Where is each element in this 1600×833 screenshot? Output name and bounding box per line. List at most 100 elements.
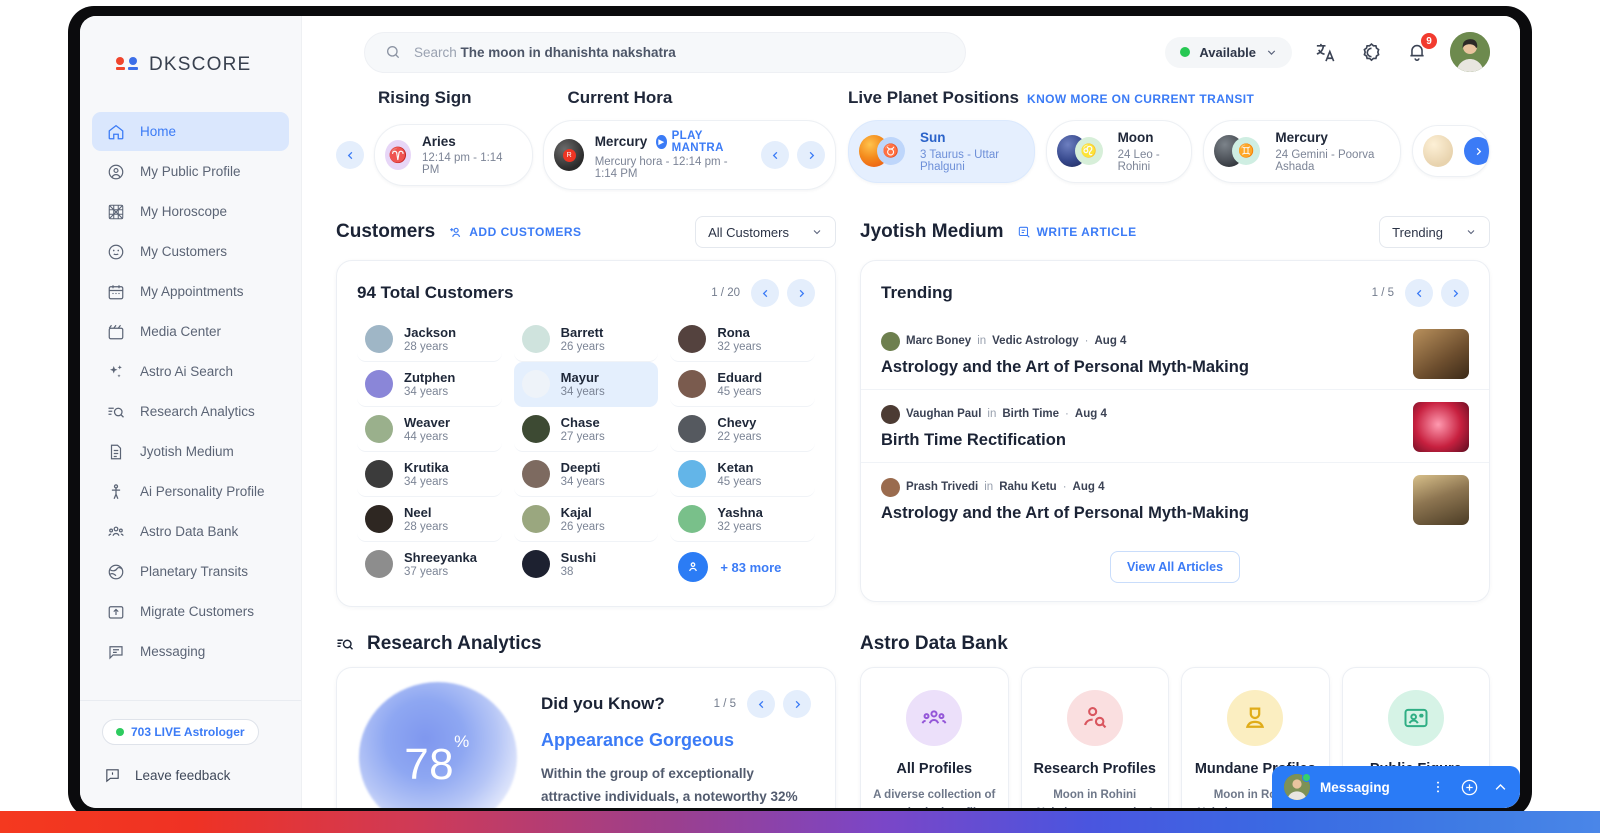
sidebar-item-astro-ai-search[interactable]: Astro Ai Search bbox=[92, 352, 289, 391]
trending-card-head: Trending 1 / 5 bbox=[861, 261, 1489, 317]
did-you-know-body: Did you Know? 1 / 5 Appearance Gorgeous bbox=[537, 668, 835, 808]
customers-prev-button[interactable] bbox=[751, 279, 779, 307]
sidebar-item-jyotish-medium[interactable]: Jyotish Medium bbox=[92, 432, 289, 471]
planet-card-next-partial[interactable] bbox=[1412, 125, 1490, 178]
list-item[interactable]: Barrett 26 years bbox=[513, 317, 659, 362]
list-item[interactable]: Chase 27 years bbox=[513, 407, 659, 452]
theme-toggle-button[interactable] bbox=[1358, 39, 1384, 65]
list-item[interactable]: Krutika 34 years bbox=[357, 452, 502, 497]
jyotish-filter-select[interactable]: Trending bbox=[1379, 216, 1490, 248]
notifications-button[interactable]: 9 bbox=[1404, 33, 1437, 65]
play-mantra-button[interactable]: ▶ PLAY MANTRA bbox=[656, 130, 736, 154]
aries-glyph-icon: ♈ bbox=[385, 140, 412, 170]
messaging-expand-button[interactable] bbox=[1493, 780, 1508, 795]
availability-dropdown[interactable]: Available bbox=[1165, 36, 1292, 68]
sidebar-item-migrate-customers[interactable]: Migrate Customers bbox=[92, 592, 289, 631]
user-avatar[interactable] bbox=[1450, 32, 1490, 72]
avatar bbox=[521, 460, 550, 488]
more-customers-button[interactable]: + 83 more bbox=[670, 542, 815, 592]
list-item[interactable]: Deepti 34 years bbox=[513, 452, 659, 497]
research-next-button[interactable] bbox=[783, 690, 811, 718]
list-item-selected[interactable]: Mayur 34 years bbox=[513, 362, 659, 407]
planet-card-sun[interactable]: ♉ Sun 3 Taurus - Uttar Phalguni bbox=[848, 120, 1035, 183]
sidebar-item-media-center[interactable]: Media Center bbox=[92, 312, 289, 351]
sidebar-item-planetary-transits[interactable]: Planetary Transits bbox=[92, 552, 289, 591]
leave-feedback-button[interactable]: Leave feedback bbox=[102, 767, 279, 784]
translate-button[interactable] bbox=[1312, 39, 1338, 65]
trending-prev-button[interactable] bbox=[1405, 279, 1433, 307]
article-item[interactable]: Vaughan Paul in Birth Time · Aug 4 Birth… bbox=[861, 390, 1489, 463]
data-bank-card-all-profiles[interactable]: All Profiles A diverse collection of ast… bbox=[860, 667, 1009, 808]
person-icon bbox=[106, 482, 125, 501]
messaging-more-button[interactable] bbox=[1430, 779, 1446, 795]
home-icon bbox=[106, 122, 125, 141]
list-item[interactable]: Eduard 45 years bbox=[670, 362, 815, 407]
dkscore-logo-icon bbox=[116, 56, 140, 74]
research-prev-button[interactable] bbox=[747, 690, 775, 718]
article-title: Astrology and the Art of Personal Myth-M… bbox=[881, 357, 1249, 376]
write-article-link[interactable]: WRITE ARTICLE bbox=[1017, 225, 1137, 239]
research-subtitle[interactable]: Appearance Gorgeous bbox=[541, 730, 811, 751]
planet-card-moon[interactable]: ♌ Moon 24 Leo - Rohini bbox=[1045, 120, 1193, 183]
hora-next-button[interactable] bbox=[797, 141, 825, 169]
list-item[interactable]: Zutphen 34 years bbox=[357, 362, 502, 407]
know-more-transit-link[interactable]: KNOW MORE ON CURRENT TRANSIT bbox=[1027, 92, 1254, 106]
venus-orb-icon bbox=[1423, 135, 1453, 168]
jyotish-section: Jyotish Medium WRITE ARTICLE Trending Tr… bbox=[860, 216, 1490, 607]
customers-next-button[interactable] bbox=[787, 279, 815, 307]
sidebar-item-my-public-profile[interactable]: My Public Profile bbox=[92, 152, 289, 191]
sidebar-item-home[interactable]: Home bbox=[92, 112, 289, 151]
avatar bbox=[365, 460, 393, 488]
list-item[interactable]: Chevy 22 years bbox=[670, 407, 815, 452]
messaging-widget[interactable]: Messaging bbox=[1272, 766, 1520, 808]
customers-filter-select[interactable]: All Customers bbox=[695, 216, 836, 248]
sidebar-item-my-appointments[interactable]: My Appointments bbox=[92, 272, 289, 311]
search-list-icon bbox=[336, 635, 354, 653]
list-item[interactable]: Kajal 26 years bbox=[513, 497, 659, 542]
research-analytics-header: Research Analytics bbox=[336, 633, 836, 655]
list-item[interactable]: Neel 28 years bbox=[357, 497, 502, 542]
sidebar-item-label: Astro Data Bank bbox=[140, 524, 239, 539]
planets-next-button[interactable] bbox=[1464, 137, 1489, 166]
list-item[interactable]: Jackson 28 years bbox=[357, 317, 502, 362]
list-item[interactable]: Sushi 38 bbox=[514, 542, 659, 586]
list-item[interactable]: Yashna 32 years bbox=[670, 497, 815, 542]
avatar bbox=[521, 550, 550, 578]
list-item[interactable]: Shreeyanka 37 years bbox=[357, 542, 502, 586]
current-hora-title: Current Hora bbox=[567, 88, 673, 107]
rising-sign-card[interactable]: ♈ Aries 12:14 pm - 1:14 PM bbox=[374, 123, 533, 187]
sidebar-item-my-customers[interactable]: My Customers bbox=[92, 232, 289, 271]
customer-age: 28 years bbox=[404, 521, 449, 533]
jyotish-title: Jyotish Medium bbox=[860, 221, 1004, 242]
article-item[interactable]: Marc Boney in Vedic Astrology · Aug 4 As… bbox=[861, 317, 1489, 390]
list-item[interactable]: Weaver 44 years bbox=[357, 407, 502, 452]
sidebar-item-ai-personality-profile[interactable]: Ai Personality Profile bbox=[92, 472, 289, 511]
add-customers-link[interactable]: ADD CUSTOMERS bbox=[448, 225, 581, 240]
trending-next-button[interactable] bbox=[1441, 279, 1469, 307]
view-all-articles-button[interactable]: View All Articles bbox=[1109, 551, 1241, 583]
search-input[interactable]: Search The moon in dhanishta nakshatra bbox=[364, 31, 966, 73]
hora-planet-name: Mercury bbox=[594, 133, 648, 149]
jyotish-header: Jyotish Medium WRITE ARTICLE Trending bbox=[860, 216, 1490, 248]
brand-name: DKSCORE bbox=[149, 54, 252, 75]
sidebar-item-label: Research Analytics bbox=[140, 404, 255, 419]
list-item[interactable]: Ketan 45 years bbox=[670, 452, 815, 497]
sidebar-item-my-horoscope[interactable]: My Horoscope bbox=[92, 192, 289, 231]
article-thumbnail bbox=[1413, 475, 1469, 525]
sidebar-item-astro-data-bank[interactable]: Astro Data Bank bbox=[92, 512, 289, 551]
strip-prev-button[interactable] bbox=[336, 141, 364, 169]
list-item[interactable]: Rona 32 years bbox=[670, 317, 815, 362]
sidebar-item-messaging[interactable]: Messaging bbox=[92, 632, 289, 671]
data-bank-card-research-profiles[interactable]: Research Profiles Moon in Rohini Nakshat… bbox=[1020, 667, 1169, 808]
current-hora-card[interactable]: R Mercury ▶ PLAY MANTRA Mercury hora - 1… bbox=[542, 120, 836, 190]
live-astrologer-badge[interactable]: 703 LIVE Astrologer bbox=[102, 719, 259, 745]
planet-card-mercury[interactable]: ♊ Mercury 24 Gemini - Poorva Ashada bbox=[1203, 120, 1401, 183]
hora-prev-button[interactable] bbox=[761, 141, 789, 169]
rising-hora-cards: ♈ Aries 12:14 pm - 1:14 PM R Mercury ▶ P… bbox=[336, 120, 836, 190]
brand-logo[interactable]: DKSCORE bbox=[80, 16, 301, 88]
article-item[interactable]: Prash Trivedi in Rahu Ketu · Aug 4 Astro… bbox=[861, 463, 1489, 535]
play-mantra-label: PLAY MANTRA bbox=[671, 130, 724, 154]
sidebar-item-research-analytics[interactable]: Research Analytics bbox=[92, 392, 289, 431]
article-category: Rahu Ketu bbox=[999, 481, 1057, 493]
messaging-new-button[interactable] bbox=[1460, 778, 1479, 797]
